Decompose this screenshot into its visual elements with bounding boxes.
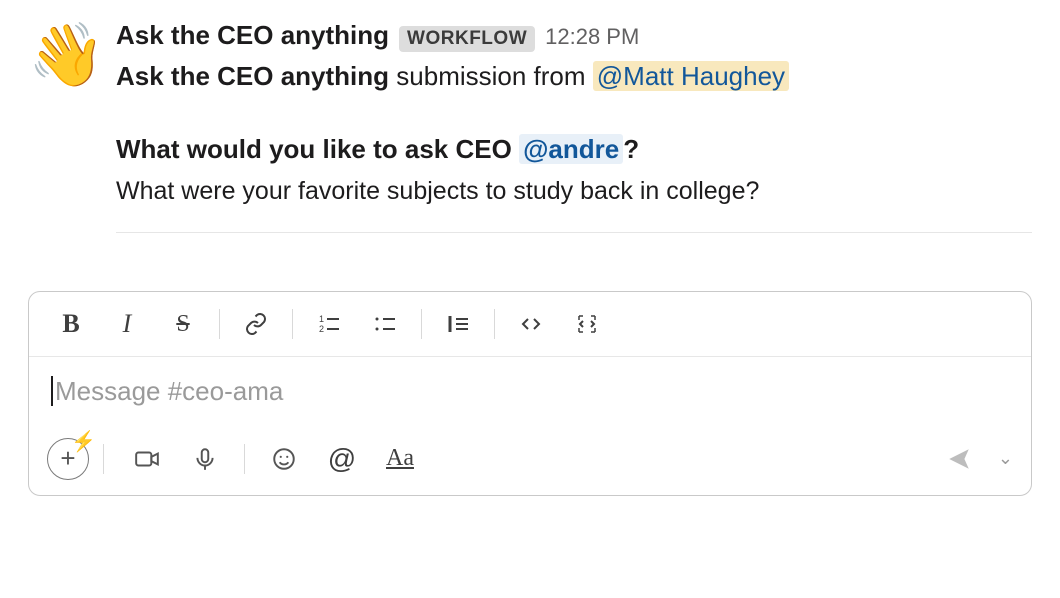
bulleted-list-icon	[373, 312, 397, 336]
sender-name[interactable]: Ask the CEO anything	[116, 20, 389, 51]
toolbar-separator	[421, 309, 422, 339]
emoji-icon	[271, 446, 297, 472]
video-icon	[134, 446, 160, 472]
shortcuts-bolt-icon: ⚡	[71, 429, 96, 454]
toolbar-separator	[292, 309, 293, 339]
send-icon	[946, 446, 972, 472]
question-label-prefix: What would you like to ask CEO	[116, 134, 519, 164]
mention-submitter[interactable]: @Matt Haughey	[593, 61, 789, 91]
mention-ceo[interactable]: @andre	[519, 134, 623, 164]
timestamp[interactable]: 12:28 PM	[545, 24, 639, 50]
ordered-list-button[interactable]: 12	[301, 302, 357, 346]
blockquote-icon	[446, 312, 470, 336]
message-header: Ask the CEO anything WORKFLOW 12:28 PM	[116, 20, 1032, 52]
bold-button[interactable]: B	[43, 302, 99, 346]
formatting-toggle-button[interactable]: Aa	[371, 437, 429, 481]
toolbar-separator	[219, 309, 220, 339]
attach-button[interactable]: + ⚡	[47, 438, 89, 480]
code-block-icon	[575, 312, 599, 336]
message-row: 👋 Ask the CEO anything WORKFLOW 12:28 PM…	[28, 20, 1032, 233]
toolbar-separator	[494, 309, 495, 339]
question-body: What were your favorite subjects to stud…	[116, 173, 1032, 234]
workflow-avatar: 👋	[28, 20, 100, 92]
toolbar-separator	[244, 444, 245, 474]
workflow-badge: WORKFLOW	[399, 26, 535, 52]
question-label-suffix: ?	[623, 134, 639, 164]
code-button[interactable]	[503, 302, 559, 346]
audio-button[interactable]	[176, 437, 234, 481]
submission-title: Ask the CEO anything	[116, 61, 389, 91]
bulleted-list-button[interactable]	[357, 302, 413, 346]
mention-button[interactable]: @	[313, 437, 371, 481]
send-options-button[interactable]: ⌄	[998, 448, 1013, 469]
microphone-icon	[192, 446, 218, 472]
ordered-list-icon: 12	[317, 312, 341, 336]
formatting-toolbar: B I S 12	[29, 292, 1031, 357]
message-composer: B I S 12 Message #ceo-ama + ⚡	[28, 291, 1032, 496]
action-toolbar: + ⚡ @ Aa ⌄	[29, 427, 1031, 495]
strikethrough-button[interactable]: S	[155, 302, 211, 346]
video-button[interactable]	[118, 437, 176, 481]
code-icon	[519, 312, 543, 336]
toolbar-separator	[103, 444, 104, 474]
svg-text:1: 1	[319, 314, 324, 324]
code-block-button[interactable]	[559, 302, 615, 346]
send-button[interactable]	[930, 437, 988, 481]
link-button[interactable]	[228, 302, 284, 346]
message-input[interactable]: Message #ceo-ama	[29, 357, 1031, 427]
italic-button[interactable]: I	[99, 302, 155, 346]
submission-line: Ask the CEO anything submission from @Ma…	[116, 58, 1032, 96]
question-block: What would you like to ask CEO @andre? W…	[116, 130, 1032, 234]
svg-text:2: 2	[319, 324, 324, 334]
question-label: What would you like to ask CEO @andre?	[116, 130, 1032, 169]
emoji-button[interactable]	[255, 437, 313, 481]
input-placeholder: Message #ceo-ama	[51, 376, 283, 406]
blockquote-button[interactable]	[430, 302, 486, 346]
message-body: Ask the CEO anything WORKFLOW 12:28 PM A…	[116, 20, 1032, 233]
submission-text: submission from	[389, 61, 593, 91]
link-icon	[244, 312, 268, 336]
